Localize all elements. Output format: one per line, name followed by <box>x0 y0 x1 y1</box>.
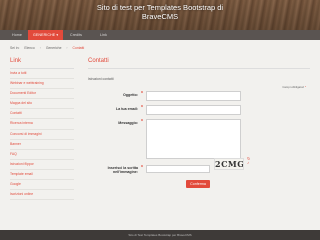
sidebar-item[interactable]: Istruzioni flippor <box>10 160 74 170</box>
breadcrumb-prefix: Sei in: <box>10 46 20 50</box>
sidebar-item[interactable]: Contatti <box>10 109 74 120</box>
main-content: Contatti <box>88 58 310 69</box>
sidebar-item[interactable]: Concorsi di immagini <box>10 130 74 140</box>
nav-item-generiche[interactable]: GENERICHE ▾ <box>28 30 64 40</box>
nav-item-home[interactable]: Home <box>12 30 22 40</box>
submit-button[interactable]: Conferma <box>186 180 210 188</box>
nav-item-link[interactable]: Link <box>100 30 107 40</box>
sidebar-title: Link <box>10 58 74 69</box>
required-fields-note: Campi obbligatori * <box>282 85 306 89</box>
breadcrumb-separator: › <box>66 46 68 50</box>
nav-item-credits[interactable]: Credits <box>70 30 82 40</box>
captcha-text: 2CMG <box>215 159 244 169</box>
sidebar-item[interactable]: Template email <box>10 170 74 181</box>
sidebar: Link Invia a tutti Webinar e webtraining… <box>10 58 74 201</box>
breadcrumb-item-generiche[interactable]: Generiche <box>46 46 62 50</box>
site-title[interactable]: Sito di test per Templates Bootstrap di … <box>0 3 320 21</box>
subject-input[interactable] <box>146 91 241 101</box>
required-marker: * <box>141 119 143 125</box>
sidebar-item[interactable]: Webinar e webtraining <box>10 79 74 90</box>
required-marker: * <box>141 165 143 171</box>
sidebar-item[interactable]: FAQ <box>10 150 74 160</box>
sidebar-item[interactable]: Google <box>10 180 74 191</box>
sidebar-item[interactable]: Documenti Editor <box>10 89 74 100</box>
message-label: Messaggio: <box>118 121 138 125</box>
chevron-down-icon: ▾ <box>56 33 59 37</box>
footer: Sito di Test Templates Bootstrap per Bra… <box>0 230 320 240</box>
breadcrumb: Sei in: Elenco › Generiche › Contatti <box>10 46 88 50</box>
sidebar-item[interactable]: Mappa del sito <box>10 99 74 110</box>
breadcrumb-current: Contatti <box>72 46 85 50</box>
site-title-line2: BraveCMS <box>141 11 179 21</box>
subject-label: Oggetto: <box>123 93 138 97</box>
required-marker: * <box>304 85 306 89</box>
captcha-controls: ↻ ♪ <box>247 156 253 165</box>
sidebar-item[interactable]: Ricerca interna <box>10 119 74 130</box>
page-title: Contatti <box>88 58 310 69</box>
required-marker: * <box>141 91 143 97</box>
breadcrumb-item-elenco[interactable]: Elenco <box>24 46 34 50</box>
captcha-input[interactable] <box>146 165 210 173</box>
sidebar-item[interactable]: Invia a tutti <box>10 69 74 80</box>
sidebar-item[interactable]: Banner <box>10 140 74 150</box>
email-label: La tua email: <box>116 107 138 111</box>
captcha-image: 2CMG <box>214 158 244 170</box>
required-marker: * <box>141 105 143 111</box>
main-nav: Home GENERICHE ▾ Credits Link <box>0 30 320 40</box>
breadcrumb-separator: › <box>39 46 41 50</box>
captcha-label-line2: nell'immagine: <box>112 170 138 174</box>
nav-item-generiche-label: GENERICHE <box>33 33 56 37</box>
captcha-label: Inserisci la scritta nell'immagine: <box>86 166 138 174</box>
required-note-label: Campi obbligatori <box>282 85 305 89</box>
message-textarea[interactable] <box>146 119 241 159</box>
intro-text: Istruzioni contatti <box>88 77 114 81</box>
sidebar-item[interactable]: Iscrizioni online <box>10 190 74 201</box>
audio-icon[interactable]: ♪ <box>247 160 253 165</box>
footer-text: Sito di Test Templates Bootstrap per Bra… <box>128 233 192 237</box>
email-field[interactable] <box>146 105 241 115</box>
hero-banner: Sito di test per Templates Bootstrap di … <box>0 0 320 30</box>
